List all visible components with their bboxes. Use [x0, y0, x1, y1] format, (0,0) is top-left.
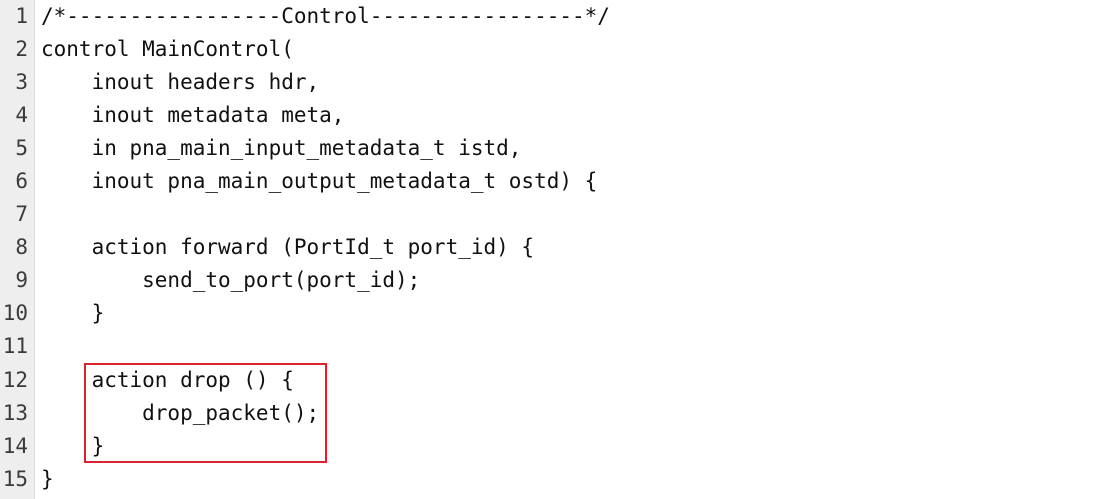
line-number: 12	[2, 368, 28, 392]
highlight-box	[84, 363, 327, 463]
code-line: 6 inout pna_main_output_metadata_t ostd)…	[0, 165, 1100, 198]
code-line: 8 action forward (PortId_t port_id) {	[0, 231, 1100, 264]
code-line: 15 }	[0, 463, 1100, 496]
line-number: 11	[2, 334, 28, 358]
code-text[interactable]: inout pna_main_output_metadata_t ostd) {	[41, 165, 598, 198]
code-text[interactable]: control MainControl(	[41, 33, 294, 66]
code-text[interactable]: }	[41, 463, 54, 496]
code-line: 5 in pna_main_input_metadata_t istd,	[0, 132, 1100, 165]
line-number: 13	[2, 401, 28, 425]
code-line: 9 send_to_port(port_id);	[0, 264, 1100, 297]
line-number: 15	[2, 467, 28, 491]
code-line: 11	[0, 330, 1100, 363]
code-text[interactable]: in pna_main_input_metadata_t istd,	[41, 132, 522, 165]
line-number: 7	[15, 202, 28, 226]
code-line: 3 inout headers hdr,	[0, 66, 1100, 99]
code-line: 2 control MainControl(	[0, 33, 1100, 66]
line-number: 4	[15, 103, 28, 127]
line-number: 5	[15, 136, 28, 160]
line-number: 10	[2, 301, 28, 325]
line-number: 14	[2, 434, 28, 458]
code-text[interactable]: inout headers hdr,	[41, 66, 320, 99]
code-line: 1 /*-----------------Control------------…	[0, 0, 1100, 33]
code-line: 4 inout metadata meta,	[0, 99, 1100, 132]
code-text[interactable]: /*-----------------Control--------------…	[41, 0, 610, 33]
line-number: 6	[15, 169, 28, 193]
line-number: 1	[15, 4, 28, 28]
code-text[interactable]: inout metadata meta,	[41, 99, 345, 132]
line-number: 2	[15, 37, 28, 61]
code-text[interactable]: send_to_port(port_id);	[41, 264, 420, 297]
code-text[interactable]: }	[41, 297, 105, 330]
code-text[interactable]: action forward (PortId_t port_id) {	[41, 231, 535, 264]
line-number: 9	[15, 268, 28, 292]
code-line: 10 }	[0, 297, 1100, 330]
code-line: 7	[0, 198, 1100, 231]
line-number: 8	[15, 235, 28, 259]
code-editor: 1 /*-----------------Control------------…	[0, 0, 1100, 499]
line-number: 3	[15, 70, 28, 94]
